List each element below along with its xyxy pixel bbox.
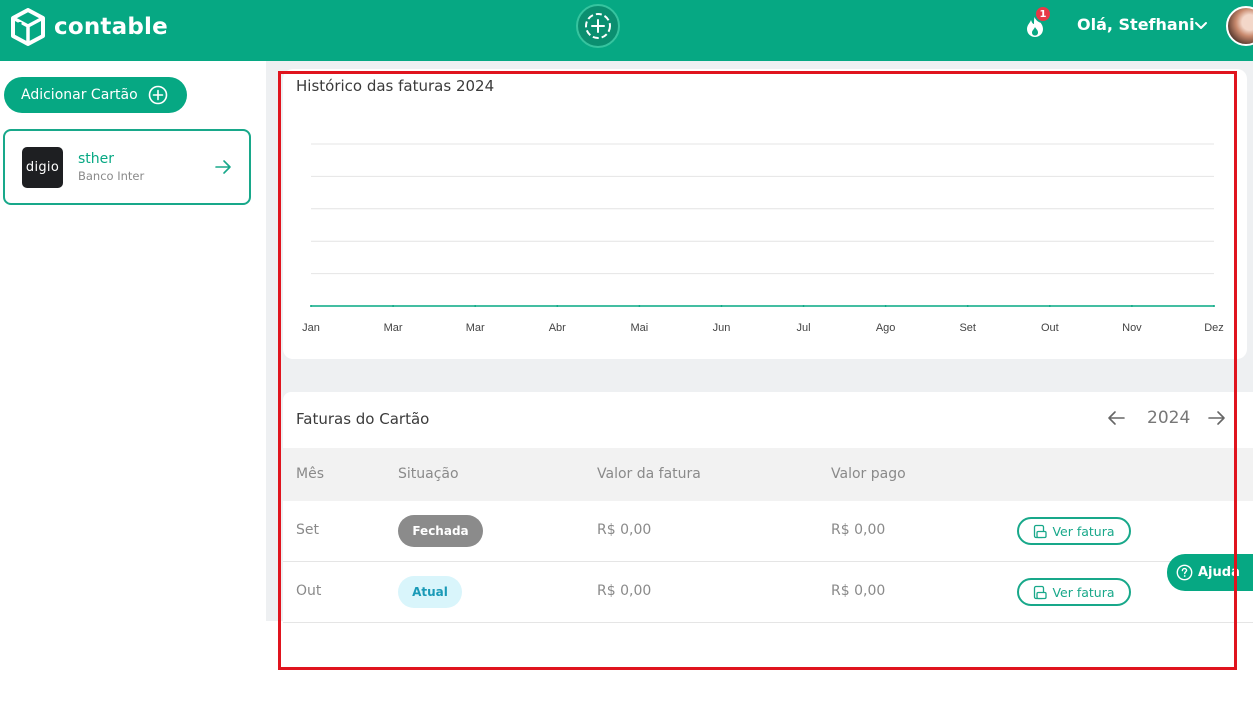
row-month: Out: [296, 583, 322, 599]
column-invoice-value: Valor da fatura: [597, 466, 701, 482]
status-badge: Atual: [398, 576, 462, 608]
card-bank: Banco Inter: [78, 169, 145, 183]
data-point: [966, 305, 969, 307]
view-invoice-button[interactable]: Ver fatura: [1017, 578, 1131, 606]
brand-name: contable: [54, 14, 168, 40]
x-tick-label: Mar: [466, 322, 485, 334]
avatar[interactable]: [1226, 6, 1253, 46]
add-card-label: Adicionar Cartão: [21, 87, 138, 103]
card-brand-logo: digio: [22, 147, 63, 188]
x-tick-label: Set: [959, 322, 976, 334]
year-selector: 2024: [1105, 407, 1228, 429]
data-point: [884, 305, 887, 307]
column-status: Situação: [398, 466, 459, 482]
data-point: [310, 305, 312, 307]
data-point: [1213, 305, 1215, 307]
x-tick-label: Mai: [630, 322, 648, 334]
arrow-left-icon[interactable]: [1105, 407, 1127, 429]
invoices-panel: Faturas do Cartão 2024 Mês Situação Valo…: [283, 392, 1253, 623]
x-tick-label: Mar: [384, 322, 403, 334]
plus-circle-icon: [585, 13, 611, 39]
data-point: [802, 305, 805, 307]
table-row: Set Fechada R$ 0,00 R$ 0,00 Ver fatura: [283, 501, 1253, 562]
data-point: [474, 305, 477, 307]
main-content: Histórico das faturas 2024 Jan Mar Mar Abr M…: [280, 61, 1253, 623]
x-tick-label: Dez: [1204, 322, 1224, 334]
row-month: Set: [296, 522, 319, 538]
selected-year: 2024: [1147, 408, 1191, 428]
table-row: Out Atual R$ 0,00 R$ 0,00 Ver fatura: [283, 562, 1253, 623]
invoice-icon: [1034, 524, 1048, 538]
arrow-right-icon[interactable]: [213, 157, 233, 177]
view-invoice-label: Ver fatura: [1052, 523, 1115, 539]
sidebar-divider: [266, 61, 280, 621]
user-greeting[interactable]: Olá, Stefhani: [1077, 15, 1195, 34]
data-point: [1048, 305, 1051, 307]
x-tick-label: Nov: [1122, 322, 1142, 334]
quick-add-button[interactable]: [576, 4, 620, 48]
x-tick-label: Abr: [549, 322, 566, 334]
table-header: Mês Situação Valor da fatura Valor pago: [283, 448, 1253, 501]
column-paid-value: Valor pago: [831, 466, 906, 482]
row-invoice-value: R$ 0,00: [597, 522, 652, 538]
data-point: [638, 305, 641, 307]
card-name: sther: [78, 151, 115, 167]
invoice-icon: [1034, 585, 1048, 599]
data-point: [1130, 305, 1133, 307]
view-invoice-button[interactable]: Ver fatura: [1017, 517, 1131, 545]
x-tick-label: Jan: [302, 322, 320, 334]
invoice-history-chart-panel: Histórico das faturas 2024 Jan Mar Mar Abr M…: [283, 69, 1247, 359]
row-invoice-value: R$ 0,00: [597, 583, 652, 599]
credit-card-item[interactable]: digio sther Banco Inter: [3, 129, 251, 205]
invoice-history-chart: Jan Mar Mar Abr Mai Jun Jul Ago Set Out Nov Dez: [302, 143, 1224, 334]
data-point: [392, 305, 395, 307]
view-invoice-label: Ver fatura: [1052, 584, 1115, 600]
brand-logo[interactable]: contable: [10, 8, 168, 46]
question-circle-icon: [1176, 564, 1193, 581]
box-logo-icon: [11, 8, 45, 46]
top-bar: contable 1 Olá, Stefhani: [0, 0, 1253, 61]
x-tick-label: Jun: [713, 322, 731, 334]
x-tick-label: Jul: [797, 322, 811, 334]
invoices-title: Faturas do Cartão: [296, 410, 430, 428]
x-tick-label: Ago: [876, 322, 896, 334]
x-tick-label: Out: [1041, 322, 1059, 334]
row-paid-value: R$ 0,00: [831, 583, 886, 599]
chevron-down-icon[interactable]: [1193, 17, 1209, 33]
row-paid-value: R$ 0,00: [831, 522, 886, 538]
sidebar: Adicionar Cartão digio sther Banco Inter: [0, 61, 266, 621]
help-button[interactable]: Ajuda: [1167, 554, 1253, 591]
data-point: [556, 305, 559, 307]
plus-circle-icon: [148, 85, 167, 105]
data-point: [720, 305, 723, 307]
notification-badge: 1: [1034, 5, 1052, 23]
column-month: Mês: [296, 466, 324, 482]
status-badge: Fechada: [398, 515, 483, 547]
add-card-button[interactable]: Adicionar Cartão: [4, 77, 187, 113]
help-label: Ajuda: [1198, 565, 1240, 580]
arrow-right-icon[interactable]: [1206, 407, 1228, 429]
